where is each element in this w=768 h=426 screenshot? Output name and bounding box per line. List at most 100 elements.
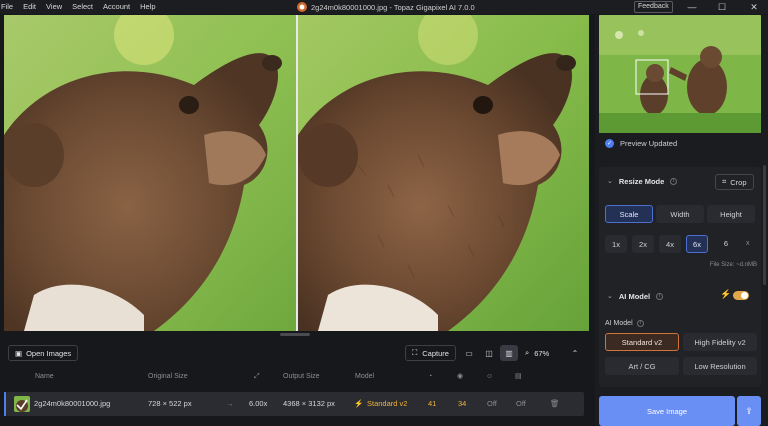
- row-model: Standard v2: [367, 399, 408, 408]
- chevron-down-icon: ⌄: [607, 178, 613, 185]
- queue-toolbar: ▣ Open Images ⛶ Capture ▭ ◫ ▥ ⌕ 67% ⌃: [0, 337, 590, 367]
- bear-cub-original-image: [4, 15, 296, 331]
- minimize-button[interactable]: —: [682, 0, 702, 14]
- custom-scale-unit: x: [746, 240, 750, 247]
- single-view-button[interactable]: ▭: [460, 345, 478, 361]
- chevron-down-icon: ⌄: [607, 293, 613, 300]
- resize-mode-title: Resize Mode: [618, 176, 665, 186]
- bear-cub-enhanced-image: [298, 15, 589, 331]
- info-icon[interactable]: i: [656, 292, 664, 300]
- queue-table-header: Name Original Size ⤢ Output Size Model ◔…: [0, 371, 590, 383]
- crop-button[interactable]: ⌗ Crop: [715, 174, 754, 190]
- model-high-fidelity-v2-button[interactable]: High Fidelity v2: [683, 333, 757, 351]
- row-scale: 6.00x: [249, 399, 268, 408]
- tab-scale[interactable]: Scale: [605, 205, 653, 223]
- arrow-right-icon: →: [226, 399, 234, 408]
- image-icon: ▣: [15, 348, 23, 358]
- info-icon[interactable]: i: [636, 320, 644, 327]
- capture-button[interactable]: ⛶ Capture: [405, 345, 456, 361]
- capture-icon: ⛶: [412, 348, 418, 357]
- save-image-button[interactable]: Save Image: [599, 396, 735, 426]
- row-selected-indicator: [4, 392, 6, 416]
- ai-model-title: AI Model: [618, 291, 651, 301]
- open-images-label: Open Images: [26, 348, 72, 358]
- open-images-button[interactable]: ▣ Open Images: [8, 345, 79, 361]
- header-original-size[interactable]: Original Size: [148, 371, 188, 383]
- ai-model-sublabel: AI Model i: [605, 320, 644, 327]
- app-logo-icon: ⬢: [297, 2, 307, 12]
- tab-height[interactable]: Height: [707, 205, 755, 223]
- denoise-icon: ◔: [428, 373, 433, 380]
- side-by-side-view-button[interactable]: ▥: [500, 345, 518, 361]
- menu-view[interactable]: View: [41, 0, 67, 14]
- resize-mode-panel: ⌄ Resize Mode i ⌗ Crop Scale Width Heigh…: [599, 167, 761, 285]
- zoom-level: 67%: [534, 348, 550, 358]
- original-preview-pane[interactable]: [4, 15, 296, 331]
- menu-edit[interactable]: Edit: [18, 0, 41, 14]
- right-sidebar: ✓ Preview Updated ⌄ Resize Mode i ⌗ Crop…: [595, 15, 768, 426]
- scale-4x-button[interactable]: 4x: [659, 235, 681, 253]
- image-preview[interactable]: [4, 15, 589, 331]
- ai-model-panel: ⌄ AI Model i ⚡ AI Model i Standard v2 Hi…: [599, 281, 761, 387]
- crop-icon: ⌗: [722, 177, 727, 186]
- export-icon[interactable]: ⇪: [737, 396, 761, 426]
- ai-model-sublabel-text: AI Model: [605, 320, 633, 327]
- split-view-icon: ◫: [485, 348, 493, 358]
- menu-help[interactable]: Help: [135, 0, 160, 14]
- model-art-cg-button[interactable]: Art / CG: [605, 357, 679, 375]
- bolt-icon: ⚡: [720, 289, 732, 299]
- row-face-recovery-value: Off: [487, 399, 497, 408]
- sidebar-scrollbar[interactable]: [763, 165, 766, 285]
- header-output-size[interactable]: Output Size: [283, 371, 320, 383]
- navigator-thumbnail[interactable]: [599, 15, 761, 133]
- row-output-size: 4368 × 3132 px: [283, 399, 335, 408]
- row-sharpen-value: 34: [458, 399, 467, 408]
- ai-model-toggle[interactable]: [733, 291, 749, 300]
- menu-select[interactable]: Select: [67, 0, 98, 14]
- file-size-estimate: File Size: ~d.nMB: [709, 262, 757, 268]
- scale-6x-button[interactable]: 6x: [686, 235, 708, 253]
- single-view-icon: ▭: [465, 348, 473, 358]
- scale-1x-button[interactable]: 1x: [605, 235, 627, 253]
- row-thumbnail-image: [14, 396, 30, 412]
- header-name[interactable]: Name: [35, 371, 54, 383]
- info-icon[interactable]: i: [670, 177, 678, 185]
- close-button[interactable]: ✕: [744, 0, 764, 14]
- trash-icon[interactable]: 🗑: [550, 392, 560, 416]
- bolt-icon: ⚡: [354, 399, 364, 408]
- scale-2x-button[interactable]: 2x: [632, 235, 654, 253]
- table-row[interactable]: 2g24m0k80001000.jpg 728 × 522 px → 6.00x…: [4, 392, 584, 416]
- crop-label: Crop: [730, 177, 747, 187]
- window-title: ⬢ 2g24m0k80001000.jpg - Topaz Gigapixel …: [297, 0, 475, 14]
- preview-status: ✓ Preview Updated: [605, 139, 677, 148]
- maximize-button[interactable]: ☐: [712, 0, 732, 14]
- capture-label: Capture: [422, 348, 449, 358]
- window-title-text: 2g24m0k80001000.jpg - Topaz Gigapixel AI…: [311, 2, 475, 12]
- split-view-button[interactable]: ◫: [480, 345, 498, 361]
- custom-scale-input[interactable]: 6: [711, 235, 741, 253]
- model-low-resolution-button[interactable]: Low Resolution: [683, 357, 757, 375]
- image-queue-panel: ▣ Open Images ⛶ Capture ▭ ◫ ▥ ⌕ 67% ⌃ Na…: [0, 337, 590, 426]
- collapse-queue-button[interactable]: ⌃: [568, 345, 582, 361]
- panel-resize-handle[interactable]: [280, 333, 310, 336]
- row-thumbnail: [14, 396, 30, 412]
- model-standard-v2-button[interactable]: Standard v2: [605, 333, 679, 351]
- row-file-name: 2g24m0k80001000.jpg: [34, 399, 111, 408]
- row-original-size: 728 × 522 px: [148, 399, 192, 408]
- title-bar: File Edit View Select Account Help ⬢ 2g2…: [0, 0, 768, 14]
- tab-width[interactable]: Width: [656, 205, 704, 223]
- expand-icon: ⤢: [254, 373, 260, 380]
- row-color-value: Off: [516, 399, 526, 408]
- header-model[interactable]: Model: [355, 371, 374, 383]
- preview-status-label: Preview Updated: [620, 139, 678, 148]
- chevron-up-icon: ⌃: [571, 348, 579, 358]
- enhanced-preview-pane[interactable]: [298, 15, 589, 331]
- row-denoise-value: 41: [428, 399, 437, 408]
- zoom-control[interactable]: ⌕ 67%: [525, 345, 549, 361]
- side-by-side-icon: ▥: [505, 348, 513, 358]
- menu-file[interactable]: File: [0, 0, 18, 14]
- face-recovery-icon: ☺: [486, 373, 494, 380]
- sharpen-icon: ◉: [457, 373, 464, 380]
- menu-account[interactable]: Account: [98, 0, 135, 14]
- feedback-button[interactable]: Feedback: [634, 1, 673, 13]
